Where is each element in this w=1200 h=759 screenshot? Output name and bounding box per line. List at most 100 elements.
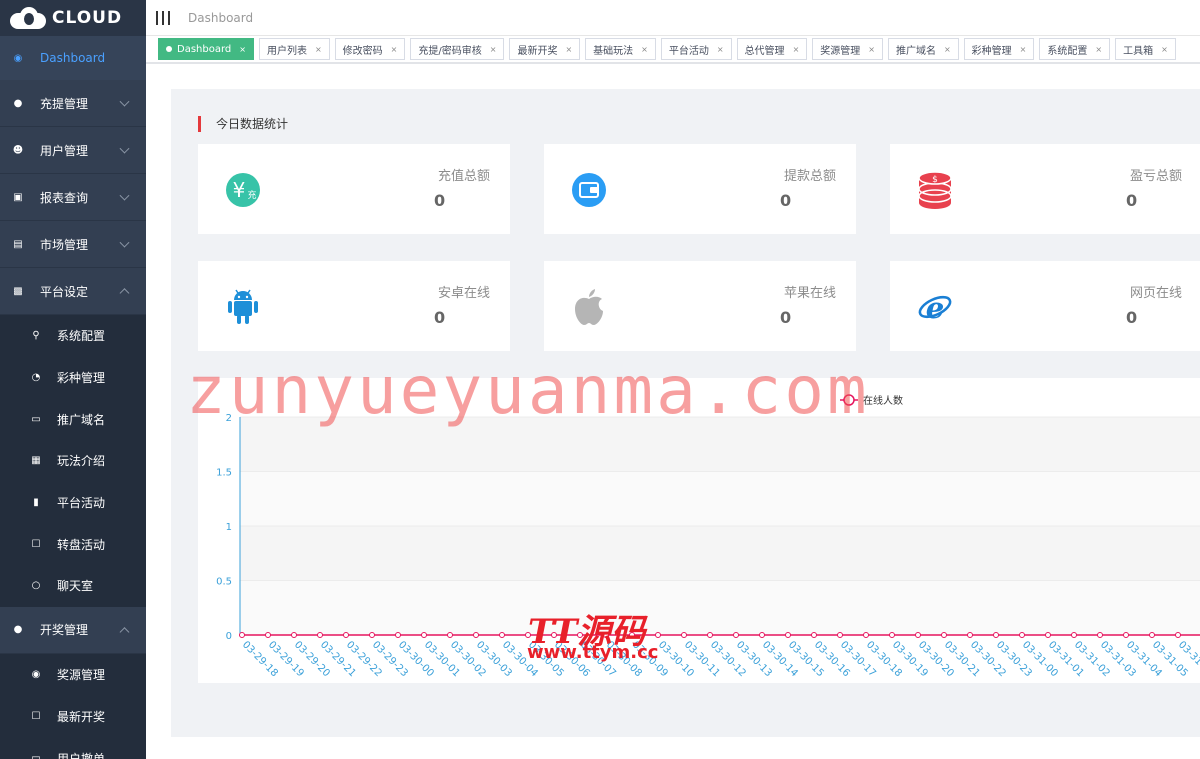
tab-label: 奖源管理 [820, 45, 861, 57]
data-point [759, 632, 765, 638]
sidebar-item-dashboard[interactable]: ◉ Dashboard [0, 36, 146, 80]
stat-label: 充值总额 [437, 169, 490, 184]
tab-item[interactable]: 工具箱 × [1115, 38, 1176, 60]
sidebar-item-label: 转盘活动 [57, 537, 106, 552]
data-point [1123, 632, 1129, 638]
tab-item[interactable]: 彩种管理 × [963, 38, 1035, 60]
stat-value: 0 [434, 308, 446, 327]
svg-text:$: $ [932, 175, 938, 185]
chevron-up-icon [119, 626, 130, 637]
clock-icon: ◔ [31, 372, 41, 384]
sidebar-item-chatroom[interactable]: ○ 聊天室 [0, 565, 146, 607]
tab-item[interactable]: 奖源管理 × [812, 38, 883, 60]
close-icon[interactable]: × [239, 45, 246, 54]
sidebar-item-label: 用户管理 [40, 143, 89, 158]
chevron-down-icon [119, 190, 130, 201]
tab-item[interactable]: 用户列表 × [258, 38, 330, 60]
sidebar-item-label: 报表查询 [40, 190, 89, 205]
copy-icon: ▦ [31, 455, 41, 467]
data-point [1097, 632, 1103, 638]
y-tick-label: 0.5 [216, 577, 232, 588]
sidebar-item-latest-draws[interactable]: ☐ 最新开奖 [0, 695, 146, 738]
tab-label: 用户列表 [266, 45, 307, 57]
headset-icon: ● [13, 624, 23, 636]
close-icon[interactable]: × [315, 45, 322, 54]
data-point [265, 632, 271, 638]
close-icon[interactable]: × [717, 45, 724, 54]
screen-icon: ▩ [13, 285, 23, 297]
close-icon[interactable]: × [1161, 45, 1168, 54]
stat-card-ios: 苹果在线 0 [544, 261, 856, 351]
sidebar-item-prize-sources[interactable]: ◉ 奖源管理 [0, 653, 146, 696]
stat-label: 盈亏总额 [1129, 169, 1182, 184]
users-icon: ☻ [12, 144, 24, 156]
sidebar-item-lottery-types[interactable]: ◔ 彩种管理 [0, 356, 146, 399]
tab-item[interactable]: 总代管理 × [736, 38, 808, 60]
tab-item[interactable]: 最新开奖 × [509, 38, 581, 60]
tab-label: 推广域名 [895, 45, 936, 57]
file-icon: ▭ [31, 752, 41, 759]
hamburger-icon[interactable] [156, 10, 170, 25]
section-title: 今日数据统计 [198, 116, 288, 132]
android-icon [225, 289, 261, 325]
close-icon[interactable]: × [565, 45, 572, 54]
logo-text: CLOUD [52, 8, 123, 28]
data-point [1175, 632, 1181, 638]
sidebar-group-lottery[interactable]: ● 开奖管理 [0, 606, 146, 654]
tab-label: 修改密码 [342, 45, 383, 57]
sidebar-item-promo-domains[interactable]: ▭ 推广域名 [0, 398, 146, 441]
data-point [1019, 632, 1025, 638]
tab-item[interactable]: 系统配置 × [1039, 38, 1111, 60]
sidebar-item-wheel-events[interactable]: ☐ 转盘活动 [0, 523, 146, 566]
data-point [915, 632, 921, 638]
sidebar-item-system-config[interactable]: ⚲ 系统配置 [0, 315, 146, 357]
sidebar-item-label: 充提管理 [40, 96, 89, 111]
tab-label: 彩种管理 [971, 45, 1012, 57]
sidebar-group-reports[interactable]: ▣ 报表查询 [0, 174, 146, 221]
tab-item[interactable]: 推广域名 × [887, 38, 959, 60]
ie-icon: e [917, 289, 953, 325]
sidebar-group-market[interactable]: ▤ 市场管理 [0, 221, 146, 268]
money-bag-icon: ● [13, 97, 23, 109]
data-point [993, 632, 999, 638]
close-icon[interactable]: × [868, 45, 875, 54]
tab-item[interactable]: 充提/密码审核 × [410, 38, 505, 60]
tab-item[interactable]: Dashboard × [158, 38, 254, 60]
sidebar-item-label: 最新开奖 [57, 709, 106, 724]
sidebar-item-label: 聊天室 [57, 579, 94, 594]
close-icon[interactable]: × [793, 45, 800, 54]
sidebar-item-label: 平台设定 [40, 284, 89, 299]
sidebar-item-label: 推广域名 [57, 412, 106, 427]
logo[interactable]: CLOUD [0, 0, 146, 36]
top-header: Dashboard [146, 0, 1200, 36]
tab-item[interactable]: 基础玩法 × [585, 38, 656, 60]
close-icon[interactable]: × [641, 45, 648, 54]
stat-label: 苹果在线 [783, 286, 836, 301]
y-tick-label: 1.5 [216, 468, 232, 479]
apple-icon [571, 289, 607, 325]
tab-label: 系统配置 [1047, 45, 1088, 57]
sidebar-item-user-cancel[interactable]: ▭ 用户撤单 [0, 737, 146, 759]
sidebar-group-users[interactable]: ☻ 用户管理 [0, 127, 146, 174]
stat-value: 0 [1126, 308, 1138, 327]
close-icon[interactable]: × [391, 45, 398, 54]
sidebar-item-platform-events[interactable]: ▮ 平台活动 [0, 481, 146, 524]
report-icon: ▣ [13, 191, 23, 203]
data-point [707, 632, 713, 638]
svg-text:¥: ¥ [233, 178, 246, 202]
tab-item[interactable]: 平台活动 × [660, 38, 732, 60]
close-icon[interactable]: × [1095, 45, 1102, 54]
sidebar-item-label: 玩法介绍 [57, 454, 106, 469]
sidebar-group-platform[interactable]: ▩ 平台设定 [0, 268, 146, 315]
tab-item[interactable]: 修改密码 × [334, 38, 406, 60]
data-point [889, 632, 895, 638]
breadcrumb[interactable]: Dashboard [188, 11, 253, 25]
sidebar-group-recharge[interactable]: ● 充提管理 [0, 80, 146, 127]
key-icon: ⚲ [32, 330, 40, 342]
sidebar-item-gameplay-intro[interactable]: ▦ 玩法介绍 [0, 440, 146, 482]
close-icon[interactable]: × [1020, 45, 1027, 54]
close-icon[interactable]: × [490, 45, 497, 54]
close-icon[interactable]: × [944, 45, 951, 54]
sidebar-item-label: 彩种管理 [57, 371, 106, 386]
stat-card-web: e 网页在线 0 [890, 261, 1200, 351]
